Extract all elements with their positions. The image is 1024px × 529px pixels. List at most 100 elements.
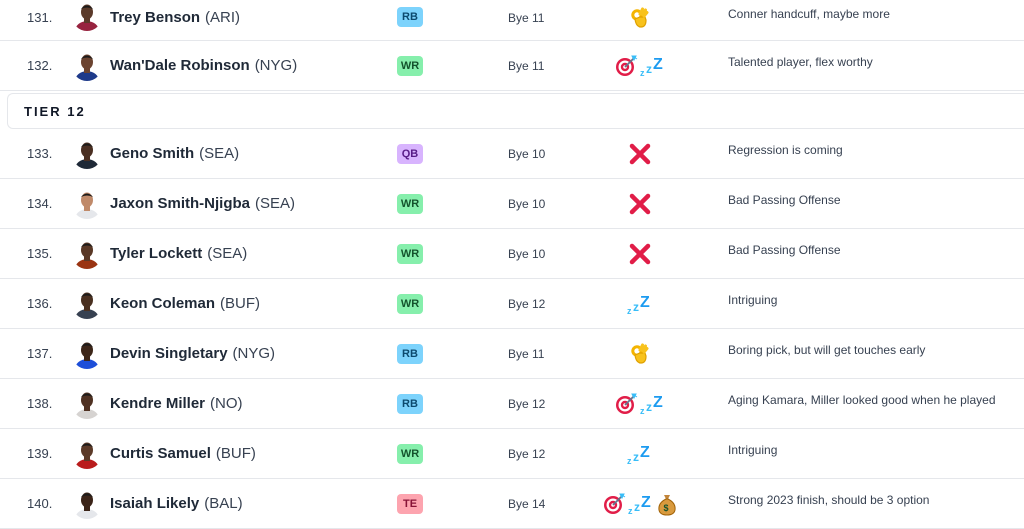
player-avatar <box>72 439 102 469</box>
position-badge: WR <box>397 293 423 314</box>
cross-mark-icon <box>628 192 652 216</box>
svg-text:z: z <box>633 300 639 314</box>
player-team: (BUF) <box>220 295 261 312</box>
sleeper-icon: zzZ <box>627 442 653 466</box>
player-row: 133. Geno Smith (SEA) QB Bye 10 Regression is… <box>0 129 1024 179</box>
player-note: Conner handcuff, maybe more <box>728 7 890 21</box>
sleeper-icon: zzZ <box>640 54 666 78</box>
player-row: 137. Devin Singletary (NYG) RB Bye 11 Boring … <box>0 329 1024 379</box>
player-tags: zzZ <box>560 279 720 328</box>
bye-week: Bye 10 <box>508 246 546 261</box>
player-avatar <box>72 239 102 269</box>
player-name[interactable]: Trey Benson (ARI) <box>110 0 240 35</box>
player-avatar <box>72 289 102 319</box>
player-name[interactable]: Geno Smith (SEA) <box>110 129 239 178</box>
player-name[interactable]: Keon Coleman (BUF) <box>110 279 260 328</box>
player-name[interactable]: Isaiah Likely (BAL) <box>110 479 243 528</box>
svg-text:z: z <box>634 500 640 514</box>
player-row: 136. Keon Coleman (BUF) WR Bye 12 z z Z Intrigui… <box>0 279 1024 329</box>
player-note: Boring pick, but will get touches early <box>728 343 926 357</box>
player-row: 134. Jaxon Smith-Njigba (SEA) WR Bye 10 Bad P… <box>0 179 1024 229</box>
position-badge: WR <box>397 243 423 264</box>
svg-text:z: z <box>627 456 632 466</box>
player-tags <box>560 229 720 278</box>
svg-text:z: z <box>640 406 645 416</box>
bye-week: Bye 11 <box>508 10 545 25</box>
player-row: 132. Wan'Dale Robinson (NYG) WR Bye 11 z z Z Tal… <box>0 41 1024 91</box>
player-team: (NYG) <box>232 345 276 362</box>
player-row: 140. Isaiah Likely (BAL) TE Bye 14 z z Z $ Strong… <box>0 479 1024 529</box>
bye-week: Bye 11 <box>508 346 545 361</box>
player-note: Bad Passing Offense <box>728 243 841 257</box>
player-name-text: Trey Benson <box>110 9 201 26</box>
money-bag-icon: $ <box>656 492 678 516</box>
player-name[interactable]: Jaxon Smith-Njigba (SEA) <box>110 179 295 228</box>
bye-week: Bye 10 <box>508 146 546 161</box>
player-name-text: Geno Smith <box>110 145 195 162</box>
player-rank: 137. <box>27 346 53 361</box>
player-avatar <box>72 339 102 369</box>
player-tags <box>560 329 720 378</box>
player-tags: zzZ <box>560 379 720 428</box>
player-name-text: Keon Coleman <box>110 295 216 312</box>
player-note: Intriguing <box>728 443 778 457</box>
player-rank: 133. <box>27 146 53 161</box>
bye-week: Bye 12 <box>508 396 546 411</box>
position-badge: WR <box>397 55 423 76</box>
target-icon <box>614 392 638 416</box>
player-rank: 135. <box>27 246 53 261</box>
player-note: Intriguing <box>728 293 778 307</box>
player-tags <box>560 0 720 35</box>
player-tags: z z Z $ <box>560 479 720 528</box>
position-badge: TE <box>397 493 423 514</box>
player-tags <box>560 179 720 228</box>
svg-text:Z: Z <box>641 494 651 511</box>
player-team: (ARI) <box>205 9 241 26</box>
player-rank: 140. <box>27 496 53 511</box>
player-avatar <box>72 1 102 31</box>
player-tags: zzZ <box>560 429 720 478</box>
svg-text:Z: Z <box>653 394 663 411</box>
bye-week: Bye 12 <box>508 446 546 461</box>
svg-text:z: z <box>628 506 633 516</box>
cross-mark-icon <box>628 142 652 166</box>
svg-text:Z: Z <box>640 294 650 311</box>
position-badge: WR <box>397 193 423 214</box>
position-badge: RB <box>397 343 423 364</box>
sleeper-icon: zzZ <box>640 392 666 416</box>
player-name-text: Wan'Dale Robinson <box>110 57 250 74</box>
player-row: 131. Trey Benson (ARI) RB Bye 11 Conner handc… <box>0 0 1024 41</box>
player-avatar <box>72 389 102 419</box>
player-name[interactable]: Kendre Miller (NO) <box>110 379 243 428</box>
player-tags: zzZ <box>560 41 720 90</box>
ok-hand-icon <box>628 342 652 366</box>
player-name-text: Devin Singletary <box>110 345 228 362</box>
player-team: (SEA) <box>207 245 248 262</box>
player-team: (SEA) <box>199 145 240 162</box>
tier-header: TIER 12 <box>7 93 1024 129</box>
player-note: Strong 2023 finish, should be 3 option <box>728 493 930 507</box>
sleeper-icon: zzZ <box>627 292 653 316</box>
sleeper-icon: zzZ <box>628 492 654 516</box>
player-rank: 138. <box>27 396 53 411</box>
player-avatar <box>72 189 102 219</box>
player-name[interactable]: Tyler Lockett (SEA) <box>110 229 247 278</box>
position-badge: RB <box>397 7 423 27</box>
player-name-text: Tyler Lockett <box>110 245 203 262</box>
player-name[interactable]: Wan'Dale Robinson (NYG) <box>110 41 297 90</box>
player-name-text: Curtis Samuel <box>110 445 211 462</box>
svg-text:z: z <box>640 68 645 78</box>
player-name[interactable]: Devin Singletary (NYG) <box>110 329 275 378</box>
target-icon <box>602 492 626 516</box>
svg-text:Z: Z <box>653 56 663 73</box>
player-avatar <box>72 51 102 81</box>
player-team: (BUF) <box>215 445 256 462</box>
player-avatar <box>72 489 102 519</box>
bye-week: Bye 12 <box>508 296 546 311</box>
player-row: 138. Kendre Miller (NO) RB Bye 12 z z Z Aging Ka… <box>0 379 1024 429</box>
player-note: Bad Passing Offense <box>728 193 841 207</box>
player-team: (SEA) <box>255 195 296 212</box>
svg-text:z: z <box>646 400 652 414</box>
player-name[interactable]: Curtis Samuel (BUF) <box>110 429 256 478</box>
player-team: (NO) <box>210 395 243 412</box>
